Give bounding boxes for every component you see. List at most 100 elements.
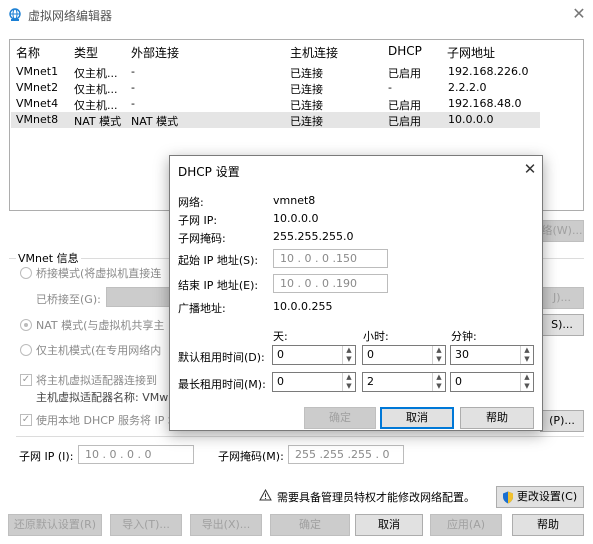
cell-external: - (131, 97, 135, 110)
shield-icon (503, 491, 513, 504)
subnet-ip-label: 子网 IP (I): (19, 450, 74, 463)
restore-defaults-button[interactable]: 还原默认设置(R) (8, 514, 102, 536)
subnet-ip-label: 子网 IP: (178, 214, 218, 227)
cell-dhcp: 已启用 (388, 115, 421, 128)
close-icon[interactable]: ✕ (569, 4, 589, 24)
default-days-value: 0 (277, 348, 284, 361)
table-row[interactable]: VMnet2 仅主机... - 已连接 - 2.2.2.0 (11, 80, 540, 96)
ok-button[interactable]: 确定 (270, 514, 350, 536)
cell-external: NAT 模式 (131, 115, 179, 128)
max-days-value: 0 (277, 375, 284, 388)
default-minutes-spinner[interactable]: 30 ▲ ▼ (450, 345, 534, 365)
subnet-mask-field[interactable]: 255 .255 .255 . 0 (288, 445, 404, 464)
host-only-label: 仅主机模式(在专用网络内 (36, 344, 162, 357)
cancel-button[interactable]: 取消 (355, 514, 423, 536)
dhcp-settings-button[interactable]: (P)... (540, 410, 584, 432)
local-dhcp-label: 使用本地 DHCP 服务将 IP 地 (36, 414, 179, 427)
max-hours-spinner[interactable]: 2 ▲ ▼ (362, 372, 446, 392)
bridged-to-select[interactable] (106, 287, 170, 307)
connect-adapter-checkbox[interactable]: ✓ (20, 374, 32, 386)
default-hours-value: 0 (367, 348, 374, 361)
cell-external: - (131, 65, 135, 78)
dialog-ok-button[interactable]: 确定 (304, 407, 376, 429)
export-button[interactable]: 导出(X)... (190, 514, 262, 536)
vmnet-info-title: VMnet 信息 (16, 250, 81, 266)
col-header-type[interactable]: 类型 (74, 44, 98, 61)
spin-down-icon[interactable]: ▼ (342, 355, 355, 364)
dialog-close-icon[interactable]: ✕ (520, 159, 540, 179)
divider (16, 436, 584, 437)
spin-down-icon[interactable]: ▼ (432, 382, 445, 391)
dialog-cancel-button[interactable]: 取消 (380, 407, 454, 429)
host-only-radio[interactable] (20, 344, 32, 356)
change-settings-button[interactable]: 更改设置(C) (496, 486, 584, 508)
col-header-dhcp[interactable]: DHCP (388, 44, 422, 58)
default-minutes-value: 30 (455, 348, 469, 361)
table-row[interactable]: VMnet4 仅主机... - 已连接 已启用 192.168.48.0 (11, 96, 540, 112)
admin-notice: 需要具备管理员特权才能修改网络配置。 (277, 491, 475, 504)
spin-down-icon[interactable]: ▼ (520, 355, 533, 364)
spin-up-icon[interactable]: ▲ (520, 346, 533, 355)
cell-type: NAT 模式 (74, 115, 122, 128)
help-button[interactable]: 帮助 (512, 514, 584, 536)
table-row-selected[interactable]: VMnet8 NAT 模式 NAT 模式 已连接 已启用 10.0.0.0 (11, 112, 540, 128)
spin-up-icon[interactable]: ▲ (520, 373, 533, 382)
title-bar: 虚拟网络编辑器 ✕ (0, 0, 593, 30)
spin-up-icon[interactable]: ▲ (342, 373, 355, 382)
remove-network-button[interactable]: 络(W)... (540, 220, 584, 242)
local-dhcp-checkbox[interactable]: ✓ (20, 414, 32, 426)
bridge-mode-label: 桥接模式(将虚拟机直接连 (36, 267, 162, 280)
nat-mode-radio[interactable] (20, 319, 32, 331)
subnet-ip-value: 10.0.0.0 (273, 212, 319, 225)
cell-subnet: 192.168.226.0 (448, 65, 529, 78)
broadcast-label: 广播地址: (178, 302, 226, 315)
spin-down-icon[interactable]: ▼ (520, 382, 533, 391)
start-ip-label: 起始 IP 地址(S): (178, 254, 259, 267)
cell-host: 已连接 (290, 99, 323, 112)
window-title: 虚拟网络编辑器 (28, 9, 113, 23)
cell-type: 仅主机... (74, 67, 118, 80)
default-lease-label: 默认租用时间(D): (178, 351, 265, 364)
subnet-ip-field[interactable]: 10 . 0 . 0 . 0 (78, 445, 194, 464)
col-header-external[interactable]: 外部连接 (131, 44, 179, 61)
spin-up-icon[interactable]: ▲ (432, 346, 445, 355)
col-header-subnet[interactable]: 子网地址 (447, 44, 495, 61)
change-settings-label: 更改设置(C) (516, 490, 578, 503)
bridge-mode-radio[interactable] (20, 267, 32, 279)
dialog-title: DHCP 设置 (178, 165, 240, 179)
spin-up-icon[interactable]: ▲ (432, 373, 445, 382)
spin-down-icon[interactable]: ▼ (342, 382, 355, 391)
table-row[interactable]: VMnet1 仅主机... - 已连接 已启用 192.168.226.0 (11, 64, 540, 80)
default-days-spinner[interactable]: 0 ▲ ▼ (272, 345, 356, 365)
col-header-name[interactable]: 名称 (16, 44, 40, 61)
end-ip-field[interactable]: 10 . 0 . 0 .190 (273, 274, 388, 293)
default-hours-spinner[interactable]: 0 ▲ ▼ (362, 345, 446, 365)
network-label: 网络: (178, 196, 204, 209)
spin-up-icon[interactable]: ▲ (342, 346, 355, 355)
subnet-mask-label: 子网掩码(M): (218, 450, 284, 463)
adapter-name-label: 主机虚拟适配器名称: VMw (36, 391, 169, 404)
col-header-host[interactable]: 主机连接 (290, 44, 338, 61)
max-minutes-spinner[interactable]: 0 ▲ ▼ (450, 372, 534, 392)
warning-icon (259, 489, 272, 501)
max-hours-value: 2 (367, 375, 374, 388)
cell-host: 已连接 (290, 83, 323, 96)
broadcast-value: 10.0.0.255 (273, 300, 333, 313)
cell-name: VMnet1 (16, 65, 59, 78)
max-days-spinner[interactable]: 0 ▲ ▼ (272, 372, 356, 392)
nat-mode-label: NAT 模式(与虚拟机共享主 (36, 319, 165, 332)
start-ip-field[interactable]: 10 . 0 . 0 .150 (273, 249, 388, 268)
nat-settings-button[interactable]: S)... (540, 314, 584, 336)
minutes-header: 分钟: (451, 330, 477, 343)
dialog-help-button[interactable]: 帮助 (460, 407, 534, 429)
spin-down-icon[interactable]: ▼ (432, 355, 445, 364)
cell-host: 已连接 (290, 67, 323, 80)
cell-subnet: 2.2.2.0 (448, 81, 487, 94)
cell-dhcp: 已启用 (388, 99, 421, 112)
auto-settings-button[interactable]: J)... (540, 287, 584, 309)
import-button[interactable]: 导入(T)... (110, 514, 182, 536)
cell-type: 仅主机... (74, 83, 118, 96)
apply-button[interactable]: 应用(A) (430, 514, 502, 536)
cell-external: - (131, 81, 135, 94)
days-header: 天: (273, 330, 288, 343)
